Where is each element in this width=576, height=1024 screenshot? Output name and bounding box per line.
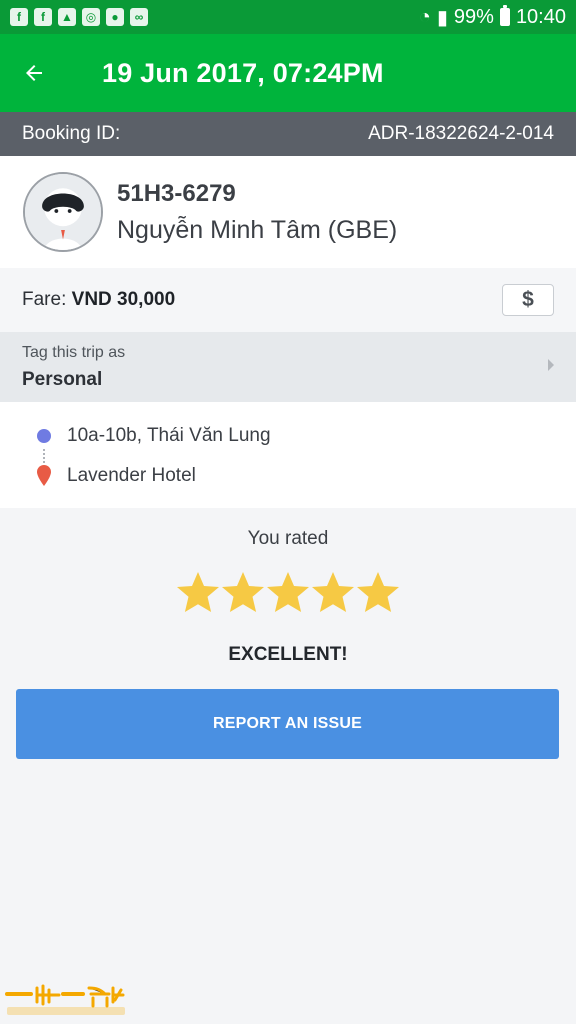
rating-label: You rated [247, 528, 329, 549]
status-bar: f f ▲ ◎ ● ∞ ◔ ▮ 99% 10:40 [0, 0, 576, 34]
arrow-left-icon[interactable] [22, 61, 46, 85]
watermark-logo [5, 980, 127, 1018]
status-icons-left: f f ▲ ◎ ● ∞ [10, 8, 148, 26]
watermark-svg [5, 984, 125, 1015]
driver-card: 51H3-6279 Nguyễn Minh Tâm (GBE) [0, 156, 576, 268]
chevron-right-icon [548, 359, 554, 371]
cash-payment-icon: $ [502, 284, 554, 316]
route-line [43, 449, 47, 463]
gallery-icon: ▲ [58, 8, 76, 26]
calendar-icon: ● [106, 8, 124, 26]
back-arrow-svg[interactable] [22, 61, 46, 85]
page-title: 19 Jun 2017, 07:24PM [102, 57, 384, 88]
star-svg [177, 572, 219, 612]
star-icon [176, 570, 220, 614]
wifi-icon: ◔ [418, 5, 431, 28]
dropoff-address: Lavender Hotel [67, 465, 196, 486]
rating-word: EXCELLENT! [228, 644, 348, 665]
tag-trip-selector[interactable]: Tag this trip as Personal [0, 332, 576, 402]
clock: 10:40 [515, 5, 566, 28]
booking-id-bar: Booking ID: ADR-18322624-2-014 [0, 112, 576, 156]
star-icon [221, 570, 265, 614]
driver-name: Nguyễn Minh Tâm (GBE) [117, 215, 398, 244]
route-card: 10a-10b, Thái Văn Lung Lavender Hotel [0, 402, 576, 508]
dropoff-pin-svg [37, 465, 51, 486]
pickup-dot-icon [37, 429, 51, 443]
location-pin-icon [36, 464, 52, 486]
fare-label: Fare: [22, 289, 67, 310]
facebook-icon: f [34, 8, 52, 26]
signal-icon: ▮ [436, 6, 448, 29]
fare-text: Fare: VND 30,000 [22, 289, 175, 311]
avatar-illustration [25, 174, 101, 250]
pickup-address: 10a-10b, Thái Văn Lung [67, 425, 271, 446]
star-svg [312, 572, 354, 612]
driver-info: 51H3-6279 Nguyễn Minh Tâm (GBE) [117, 180, 397, 245]
license-plate: 51H3-6279 [117, 179, 236, 207]
fare-row: Fare: VND 30,000 $ [0, 268, 576, 332]
fare-value: VND 30,000 [71, 289, 176, 310]
tag-value: Personal [22, 369, 103, 390]
grab-icon: ∞ [130, 8, 148, 26]
booking-id-value: ADR-18322624-2-014 [368, 123, 554, 144]
status-icons-right: ◔ ▮ 99% 10:40 [419, 5, 566, 30]
star-icon [311, 570, 355, 614]
report-issue-button[interactable]: REPORT AN ISSUE [16, 689, 559, 759]
instagram-icon: ◎ [82, 8, 100, 26]
star-rating [176, 570, 400, 618]
facebook-icon: f [10, 8, 28, 26]
booking-id-label: Booking ID: [22, 123, 121, 144]
star-svg [357, 572, 399, 612]
star-icon [266, 570, 310, 614]
app-bar: 19 Jun 2017, 07:24PM [0, 34, 576, 112]
star-icon [356, 570, 400, 614]
star-svg [222, 572, 264, 612]
battery-icon [499, 5, 510, 26]
tag-label: Tag this trip as [22, 344, 126, 361]
star-svg [267, 572, 309, 612]
avatar [23, 172, 103, 252]
battery-percent: 99% [453, 5, 494, 28]
